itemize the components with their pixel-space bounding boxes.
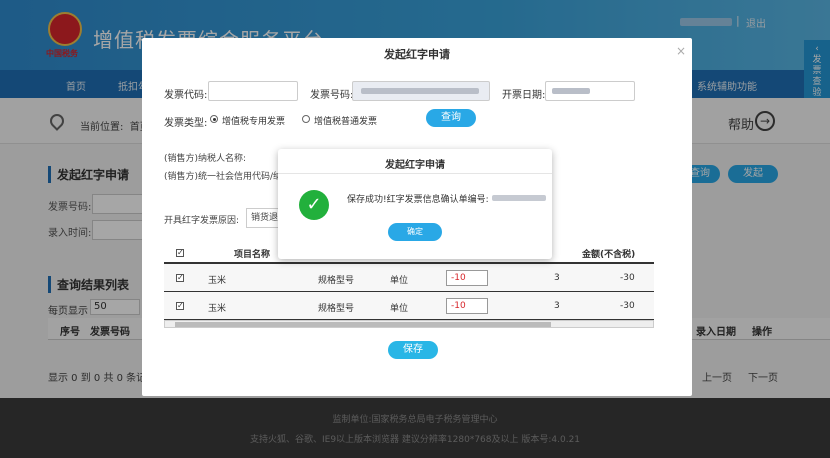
table-row: ✓ 玉米 规格型号 单位 -10 3 -30 — [164, 292, 654, 320]
horizontal-scrollbar[interactable] — [164, 320, 654, 328]
checkmark-icon: ✓ — [299, 190, 329, 220]
item-spec: 规格型号 — [318, 276, 355, 286]
item-price: 3 — [554, 273, 560, 283]
dialog-title: 发起红字申请 — [385, 160, 445, 171]
radio-special-invoice[interactable] — [210, 115, 218, 123]
quantity-input[interactable]: -10 — [446, 270, 488, 286]
item-price: 3 — [554, 301, 560, 311]
success-dialog: 发起红字申请 ✓ 保存成功!红字发票信息确认单编号: 确定 — [278, 149, 552, 259]
ok-button[interactable]: 确定 — [388, 223, 442, 241]
item-amount: -30 — [620, 301, 635, 311]
save-button[interactable]: 保存 — [388, 341, 438, 359]
scrollbar-thumb[interactable] — [175, 322, 551, 327]
item-name: 玉米 — [208, 304, 227, 314]
radio-ordinary-invoice[interactable] — [302, 115, 310, 123]
invoice-code-input[interactable] — [208, 81, 298, 101]
item-unit: 单位 — [390, 304, 409, 314]
issue-date-input[interactable] — [545, 81, 635, 101]
quantity-input[interactable]: -10 — [446, 298, 488, 314]
col-amount: 金额(不含税) — [582, 250, 636, 260]
modal-query-button[interactable]: 查询 — [426, 109, 476, 127]
modal-title: 发起红字申请 — [384, 48, 450, 61]
item-unit: 单位 — [390, 276, 409, 286]
col-item-name: 项目名称 — [234, 250, 271, 260]
item-name: 玉米 — [208, 276, 227, 286]
seller-code-label: (销售方)统一社会信用代码/纳 — [164, 172, 283, 182]
invoice-number-label: 发票号码: — [310, 90, 354, 101]
radio-special-label: 增值税专用发票 — [222, 117, 286, 127]
reason-label: 开具红字发票原因: — [164, 216, 240, 226]
item-amount: -30 — [620, 273, 635, 283]
dialog-message: 保存成功!红字发票信息确认单编号: — [347, 195, 489, 205]
row-checkbox[interactable]: ✓ — [176, 274, 184, 282]
radio-ordinary-label: 增值税普通发票 — [314, 117, 378, 127]
invoice-number-input[interactable] — [352, 81, 490, 101]
invoice-type-label: 发票类型: — [164, 118, 208, 129]
table-row: ✓ 玉米 规格型号 单位 -10 3 -30 — [164, 264, 654, 292]
item-spec: 规格型号 — [318, 304, 355, 314]
issue-date-label: 开票日期: — [502, 90, 546, 101]
seller-name-label: (销售方)纳税人名称: — [164, 154, 247, 164]
row-checkbox[interactable]: ✓ — [176, 302, 184, 310]
invoice-code-label: 发票代码: — [164, 90, 208, 101]
close-icon[interactable]: × — [676, 44, 686, 58]
select-all-checkbox[interactable]: ✓ — [176, 249, 184, 257]
dialog-divider — [278, 173, 552, 174]
confirmation-number — [492, 195, 546, 201]
